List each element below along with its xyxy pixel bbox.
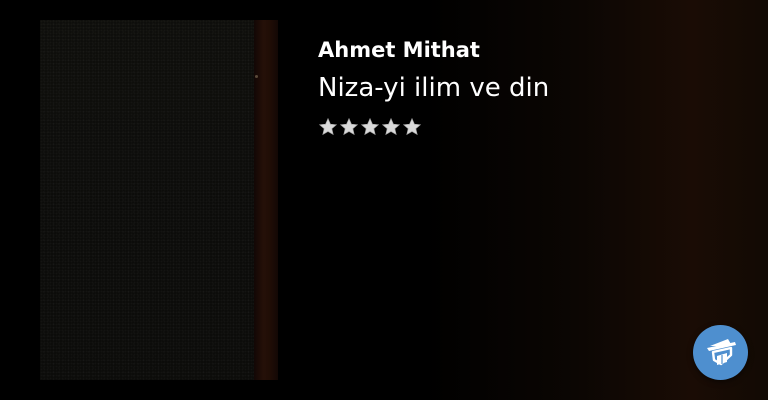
star-icon [381, 117, 401, 136]
rating-stars [318, 117, 422, 137]
book-spine [254, 20, 278, 380]
spine-mark [255, 75, 258, 78]
star-icon [402, 117, 422, 136]
book-detail-panel: Ahmet Mithat Niza-yi ilim ve din [0, 0, 768, 400]
book-cover-image[interactable] [40, 20, 278, 380]
star-icon [360, 117, 380, 136]
star-icon [339, 117, 359, 136]
author-name[interactable]: Ahmet Mithat [318, 38, 480, 62]
reader-icon [706, 338, 736, 365]
star-icon [318, 117, 338, 136]
reader-button[interactable] [693, 325, 748, 380]
book-title: Niza-yi ilim ve din [318, 73, 550, 103]
